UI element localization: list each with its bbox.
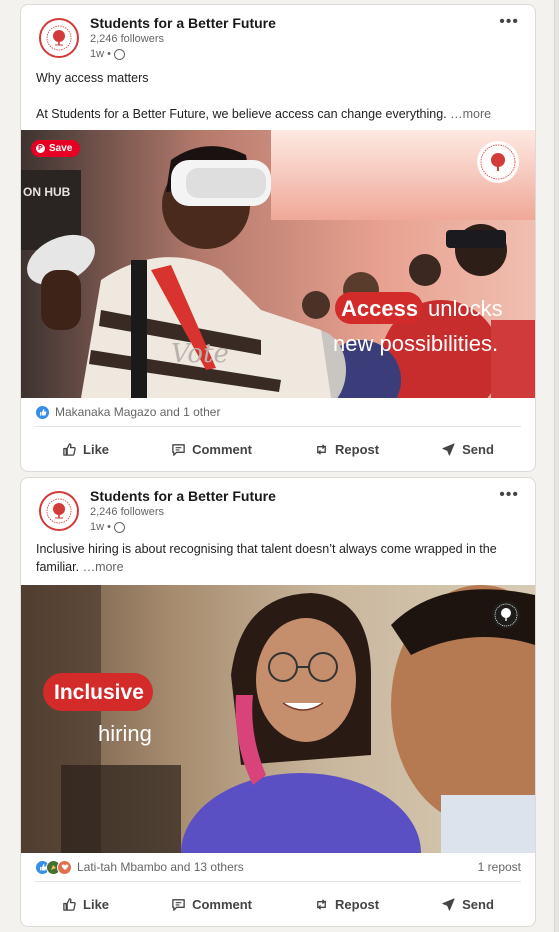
post-meta: 1w • [90,521,125,533]
post-text-line: Why access matters [36,71,149,85]
like-label: Like [83,896,110,912]
globe-icon [113,48,125,60]
headline-text: unlocks [428,296,503,321]
action-bar: Like Comment Repost Send [21,427,535,471]
hiring-photo: Inclusive hiring [21,585,535,853]
pinterest-icon: P [36,144,45,153]
like-button[interactable]: Like [52,434,119,465]
comment-button[interactable]: Comment [161,434,262,465]
headline-line2: hiring [98,721,152,746]
headline-line2: new possibilities. [333,331,498,356]
post-text-line: At Students for a Better Future, we beli… [36,107,447,121]
post-header: Students for a Better Future 2,246 follo… [21,5,535,65]
send-label: Send [462,896,494,912]
feed: Students for a Better Future 2,246 follo… [0,0,559,932]
headline-highlight: Access [341,296,418,321]
send-icon [442,897,455,911]
pinterest-save-button[interactable]: P Save [31,140,81,157]
post-header: Students for a Better Future 2,246 follo… [21,478,535,538]
see-more-link[interactable]: …more [83,560,124,574]
send-label: Send [462,441,494,457]
comment-label: Comment [192,896,253,912]
see-more-link[interactable]: …more [450,107,491,121]
thumbs-up-icon [63,897,76,911]
post-time: 1w [90,48,105,60]
shirt-text: Vote [171,339,229,369]
send-button[interactable]: Send [431,889,504,920]
social-counts: Makanaka Magazo and 1 other [35,398,521,427]
reaction-icons[interactable] [35,859,72,875]
post-card: Students for a Better Future 2,246 follo… [20,4,536,472]
social-counts: Lati-tah Mbambo and 13 others 1 repost [35,853,521,882]
post-text: Inclusive hiring is about recognising th… [21,540,532,576]
reactions-text[interactable]: Makanaka Magazo and 1 other [55,405,220,419]
tree-icon [46,25,72,51]
action-bar: Like Comment Repost Send [21,882,535,926]
repost-button[interactable]: Repost [304,889,389,920]
org-logo[interactable] [39,491,79,531]
author-name[interactable]: Students for a Better Future [90,15,276,31]
repost-label: Repost [335,441,380,457]
repost-icon [317,443,326,455]
comment-label: Comment [192,441,253,457]
repost-label: Repost [335,896,380,912]
like-label: Like [83,441,110,457]
comment-button[interactable]: Comment [161,889,262,920]
repost-button[interactable]: Repost [304,434,389,465]
more-options-icon[interactable]: ••• [499,13,519,31]
post-image[interactable]: ON HUB Vote Access unlocks new possibili… [21,130,535,398]
post-meta: 1w • [90,48,125,60]
org-logo[interactable] [39,18,79,58]
thumbs-up-icon [63,442,76,456]
follower-count: 2,246 followers [90,33,164,45]
vr-event-photo: ON HUB Vote Access unlocks new possibili… [21,130,535,398]
post-text: Why access matters At Students for a Bet… [21,69,535,123]
tree-icon [46,498,72,524]
like-icon [35,404,50,420]
globe-icon [113,521,125,533]
reactions-text[interactable]: Lati-tah Mbambo and 13 others [77,860,244,874]
headline-highlight: Inclusive [54,681,144,704]
reaction-icons[interactable] [35,404,50,420]
post-card: Students for a Better Future 2,246 follo… [20,477,536,927]
comment-icon [172,898,185,911]
like-button[interactable]: Like [52,889,119,920]
follower-count: 2,246 followers [90,506,164,518]
more-options-icon[interactable]: ••• [499,486,519,504]
author-name[interactable]: Students for a Better Future [90,488,276,504]
repost-icon [317,898,326,910]
post-image[interactable]: Inclusive hiring [21,585,535,853]
send-icon [442,442,455,456]
repost-count[interactable]: 1 repost [478,860,521,874]
post-time: 1w [90,521,105,533]
sidebar-edge [554,0,559,932]
love-icon [57,859,72,875]
comment-icon [172,443,185,456]
svg-text:ON HUB: ON HUB [23,185,71,199]
save-label: Save [49,143,73,154]
send-button[interactable]: Send [431,434,504,465]
